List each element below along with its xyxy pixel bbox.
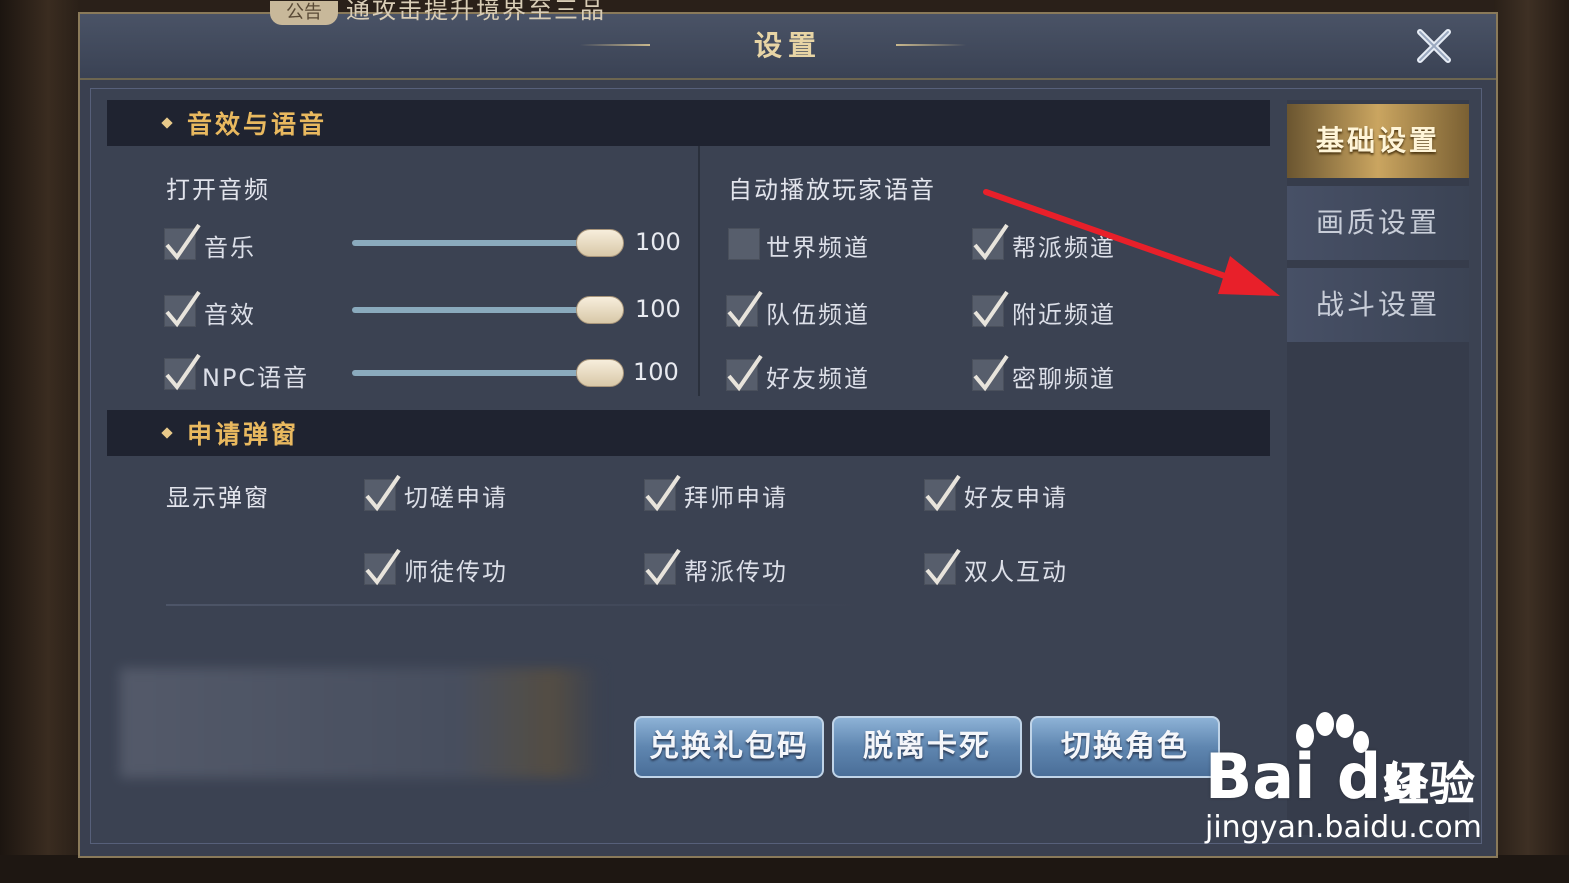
channel-private-label: 密聊频道 xyxy=(1012,365,1116,393)
music-label: 音乐 xyxy=(204,234,256,262)
annotation-arrow-icon xyxy=(983,189,1280,296)
popup-friend-label: 好友申请 xyxy=(964,484,1068,512)
npc-voice-slider-knob[interactable] xyxy=(576,359,624,387)
switch-role-button[interactable]: 切换角色 xyxy=(1030,716,1220,778)
npc-voice-label: NPC语音 xyxy=(202,364,310,392)
popup-guild-transfer-checkbox[interactable] xyxy=(644,548,681,586)
background-bottom xyxy=(0,855,1569,883)
popup-spar-checkbox[interactable] xyxy=(364,474,401,512)
blurred-account-info xyxy=(120,668,600,778)
channel-world-checkbox[interactable] xyxy=(728,228,760,260)
popup-master-checkbox[interactable] xyxy=(644,474,681,512)
sfx-slider-track[interactable] xyxy=(352,307,597,313)
popup-master-label: 拜师申请 xyxy=(684,484,788,512)
popup-guild-transfer-label: 帮派传功 xyxy=(684,558,788,586)
music-slider-knob[interactable] xyxy=(576,229,624,257)
close-icon xyxy=(1417,29,1451,63)
notice-text: 通攻击提升境界至三品 xyxy=(346,0,606,24)
checkmark-icon xyxy=(925,474,961,512)
tab-basic-settings[interactable]: 基础设置 xyxy=(1287,104,1469,178)
checkmark-icon xyxy=(925,548,961,586)
channel-team-checkbox[interactable] xyxy=(726,290,763,328)
background-left xyxy=(0,0,80,883)
checkmark-icon xyxy=(365,474,401,512)
checkmark-icon xyxy=(727,290,763,328)
background-right xyxy=(1494,0,1569,883)
npc-voice-checkbox[interactable] xyxy=(164,353,201,391)
checkmark-icon xyxy=(727,354,763,392)
popup-duo-label: 双人互动 xyxy=(964,558,1068,586)
notice-tag: 公告 xyxy=(270,1,338,25)
popup-friend-checkbox[interactable] xyxy=(924,474,961,512)
diamond-icon xyxy=(161,117,173,129)
section-title: 音效与语音 xyxy=(187,110,328,139)
popup-mentor-transfer-checkbox[interactable] xyxy=(364,548,401,586)
diamond-icon xyxy=(161,427,173,439)
sfx-slider-knob[interactable] xyxy=(576,296,624,324)
checkmark-icon xyxy=(645,548,681,586)
unstuck-button[interactable]: 脱离卡死 xyxy=(832,716,1022,778)
section-divider xyxy=(698,146,700,396)
tab-graphics-settings[interactable]: 画质设置 xyxy=(1287,186,1469,260)
notice-bar: 公告 通攻击提升境界至三品 xyxy=(270,0,606,26)
npc-voice-value: 100 xyxy=(633,358,679,386)
show-popup-label: 显示弹窗 xyxy=(166,484,270,512)
auto-voice-label: 自动播放玩家语音 xyxy=(728,176,936,204)
music-value: 100 xyxy=(635,228,681,256)
dialog-title: 设置 xyxy=(753,29,822,62)
tab-combat-settings[interactable]: 战斗设置 xyxy=(1287,268,1469,342)
music-checkbox[interactable] xyxy=(164,223,201,261)
checkmark-icon xyxy=(365,548,401,586)
channel-friend-label: 好友频道 xyxy=(766,365,870,393)
section-title: 申请弹窗 xyxy=(187,420,300,449)
section-header-audio: 音效与语音 xyxy=(107,100,1270,146)
sfx-value: 100 xyxy=(635,295,681,323)
checkmark-icon xyxy=(165,290,201,328)
content-divider xyxy=(166,604,866,606)
checkmark-icon xyxy=(645,474,681,512)
section-header-popup: 申请弹窗 xyxy=(107,410,1270,456)
sfx-checkbox[interactable] xyxy=(164,290,201,328)
channel-private-checkbox[interactable] xyxy=(972,354,1009,392)
sfx-label: 音效 xyxy=(204,301,256,329)
npc-voice-slider-track[interactable] xyxy=(352,370,597,376)
popup-duo-checkbox[interactable] xyxy=(924,548,961,586)
checkmark-icon xyxy=(165,223,201,261)
channel-friend-checkbox[interactable] xyxy=(726,354,763,392)
close-button[interactable] xyxy=(1414,26,1454,66)
channel-world-label: 世界频道 xyxy=(766,234,870,262)
checkmark-icon xyxy=(165,353,201,391)
title-ornament-right xyxy=(896,44,966,46)
popup-mentor-transfer-label: 师徒传功 xyxy=(404,558,508,586)
popup-spar-label: 切磋申请 xyxy=(404,484,508,512)
music-slider-track[interactable] xyxy=(352,240,597,246)
channel-team-label: 队伍频道 xyxy=(766,301,870,329)
redeem-code-button[interactable]: 兑换礼包码 xyxy=(634,716,824,778)
checkmark-icon xyxy=(973,354,1009,392)
open-audio-label: 打开音频 xyxy=(166,176,270,204)
